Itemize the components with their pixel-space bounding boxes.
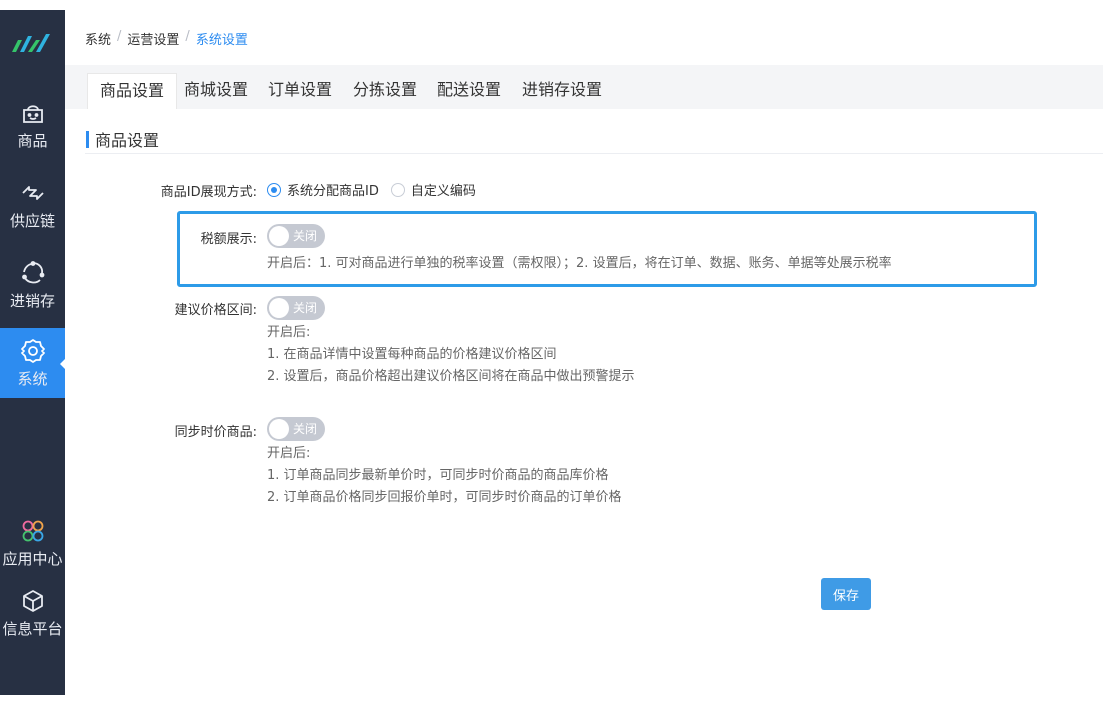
app-window: 商品 供应链 进销存 系统 应用中心 信息平台 系统 / 运营设置 / 系统设置… <box>0 0 1103 703</box>
save-button[interactable]: 保存 <box>821 578 871 610</box>
breadcrumb-separator: / <box>117 29 122 44</box>
price-range-label: 建议价格区间: <box>174 303 257 318</box>
tab-mall-settings[interactable]: 商城设置 <box>172 73 260 109</box>
breadcrumb: 系统 / 运营设置 / 系统设置 <box>85 29 248 48</box>
radio-custom-code[interactable] <box>390 182 405 197</box>
tab-bar: 商品设置 商城设置 订单设置 分拣设置 配送设置 进销存设置 <box>65 65 1103 109</box>
shopping-bag-icon <box>22 104 43 123</box>
bottom-strip <box>0 695 1103 703</box>
price-range-desc-1: 开启后: <box>267 325 311 340</box>
breadcrumb-current: 系统设置 <box>195 33 248 48</box>
section-title-text: 商品设置 <box>95 131 160 150</box>
switch-knob <box>269 419 289 439</box>
section-title-bar <box>86 130 89 148</box>
sidebar-item-info-platform[interactable]: 信息平台 <box>0 578 65 648</box>
switch-text: 关闭 <box>293 301 318 315</box>
switch-text: 关闭 <box>293 422 318 436</box>
breadcrumb-item[interactable]: 系统 <box>85 29 111 48</box>
tab-sorting-settings[interactable]: 分拣设置 <box>341 73 429 109</box>
id-display-radio-group: 系统分配商品ID 自定义编码 <box>267 180 488 199</box>
main-content: 系统 / 运营设置 / 系统设置 商品设置 商城设置 订单设置 分拣设置 配送设… <box>65 10 1103 695</box>
radio-system-id-label[interactable]: 系统分配商品ID <box>287 180 379 199</box>
sync-price-desc-3: 2. 订单商品价格同步回报价单时，可同步时价商品的订单价格 <box>267 490 622 505</box>
switch-text: 关闭 <box>293 229 318 243</box>
radio-system-id[interactable] <box>267 182 281 197</box>
sidebar: 商品 供应链 进销存 系统 应用中心 信息平台 <box>0 10 66 695</box>
sidebar-item-label: 应用中心 <box>2 549 63 568</box>
tab-order-settings[interactable]: 订单设置 <box>256 73 344 109</box>
sidebar-item-label: 商品 <box>17 131 48 150</box>
cube-icon <box>22 589 43 612</box>
sync-price-switch[interactable]: 关闭 <box>267 417 325 441</box>
switch-knob <box>269 226 289 246</box>
id-display-label: 商品ID展现方式: <box>160 185 257 200</box>
section-title: 商品设置 <box>86 130 160 150</box>
breadcrumb-item[interactable]: 运营设置 <box>127 29 179 48</box>
price-range-desc-3: 2. 设置后，商品价格超出建议价格区间将在商品中做出预警提示 <box>267 369 635 384</box>
sidebar-item-system[interactable]: 系统 <box>0 328 66 398</box>
radio-custom-code-label[interactable]: 自定义编码 <box>411 180 476 199</box>
app-grid-icon <box>22 520 43 541</box>
swap-arrows-icon <box>21 185 44 200</box>
sidebar-item-label: 信息平台 <box>2 619 63 638</box>
sync-price-desc-1: 开启后: <box>267 446 311 461</box>
tax-display-switch[interactable]: 关闭 <box>267 224 325 248</box>
sidebar-item-goods[interactable]: 商品 <box>0 90 65 160</box>
gear-icon <box>20 338 45 363</box>
sidebar-item-label: 进销存 <box>9 291 55 310</box>
price-range-switch[interactable]: 关闭 <box>267 296 325 320</box>
sidebar-item-inventory[interactable]: 进销存 <box>0 250 65 320</box>
section-divider <box>85 153 1103 154</box>
logo <box>12 34 50 52</box>
tab-delivery-settings[interactable]: 配送设置 <box>425 73 513 109</box>
tab-inventory-settings[interactable]: 进销存设置 <box>510 73 614 109</box>
breadcrumb-separator: / <box>185 29 190 44</box>
tab-goods-settings[interactable]: 商品设置 <box>87 73 178 109</box>
sync-price-label: 同步时价商品: <box>174 425 257 440</box>
tax-display-highlight <box>177 211 1037 287</box>
tax-display-label: 税额展示: <box>200 232 257 247</box>
cycle-icon <box>21 260 44 283</box>
sidebar-item-label: 系统 <box>17 369 48 388</box>
sidebar-item-label: 供应链 <box>9 211 55 230</box>
sidebar-item-app-center[interactable]: 应用中心 <box>0 508 65 578</box>
tax-display-desc: 开启后：1. 可对商品进行单独的税率设置（需权限）；2. 设置后，将在订单、数据… <box>267 256 892 271</box>
top-strip <box>0 0 1103 10</box>
switch-knob <box>269 298 289 318</box>
price-range-desc-2: 1. 在商品详情中设置每种商品的价格建议价格区间 <box>267 347 557 362</box>
sync-price-desc-2: 1. 订单商品同步最新单价时，可同步时价商品的商品库价格 <box>267 468 609 483</box>
sidebar-item-supply-chain[interactable]: 供应链 <box>0 170 65 240</box>
